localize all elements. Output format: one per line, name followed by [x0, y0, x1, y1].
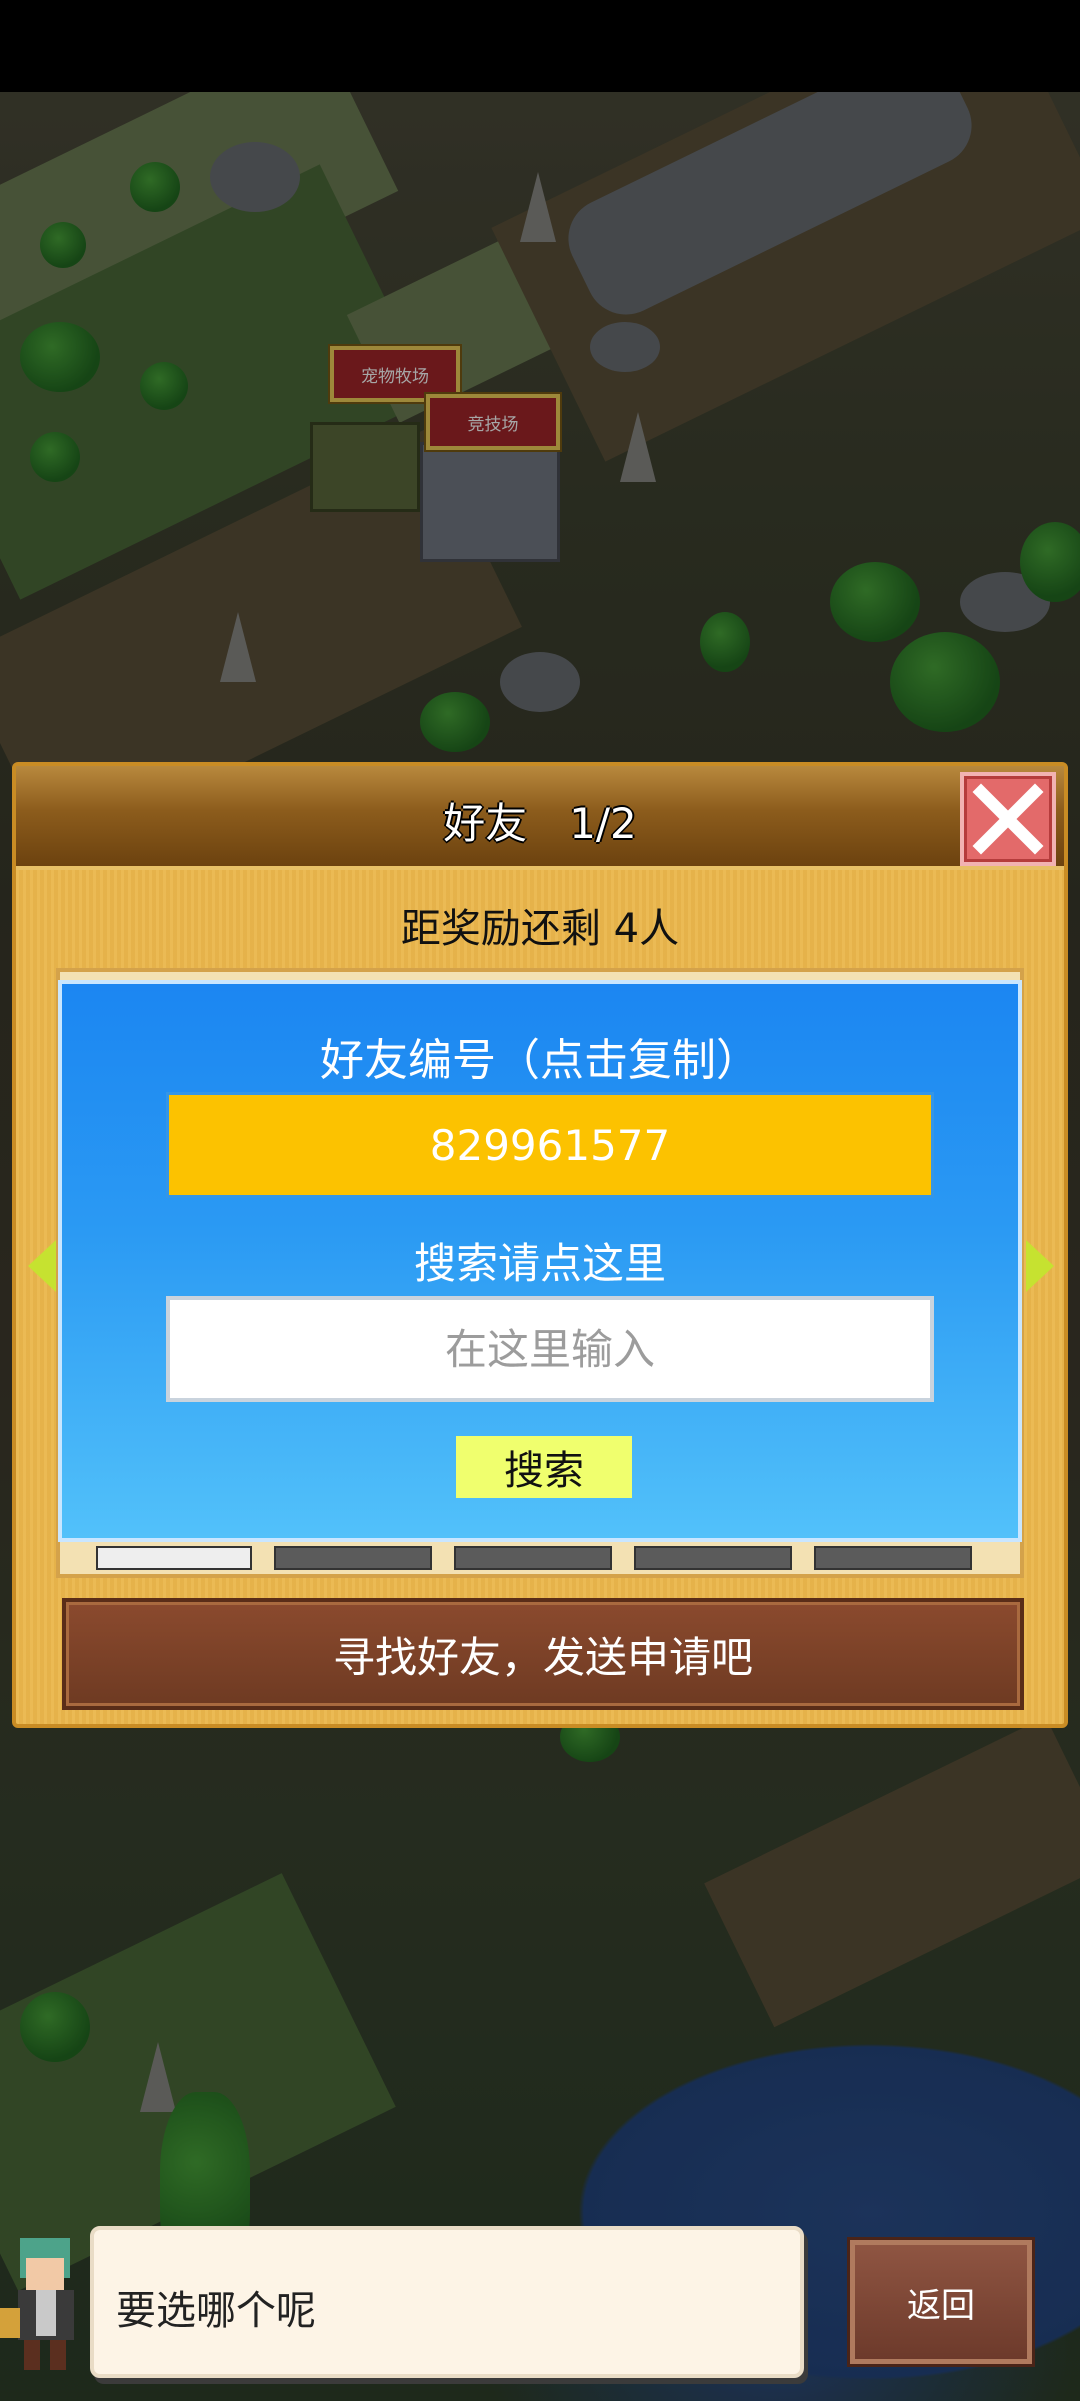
- reward-progress-text: 距奖励还剩 4人: [400, 906, 680, 952]
- list-tab[interactable]: [96, 1546, 252, 1570]
- panel-title: 好友 1/2: [443, 799, 637, 848]
- list-tab[interactable]: [274, 1546, 432, 1570]
- status-bar: [0, 0, 1080, 92]
- close-x-icon: [972, 783, 1044, 855]
- friend-search-input[interactable]: [166, 1296, 934, 1402]
- find-friends-button[interactable]: 寻找好友，发送申请吧: [62, 1598, 1024, 1710]
- list-tab[interactable]: [814, 1546, 972, 1570]
- list-tab[interactable]: [634, 1546, 792, 1570]
- friend-code-title: 好友编号（点击复制）: [320, 1035, 760, 1086]
- dialog-text: 要选哪个呢: [116, 2288, 316, 2334]
- list-tab[interactable]: [454, 1546, 612, 1570]
- friend-id-card: 好友编号（点击复制） 829961577 搜索请点这里 搜索: [58, 980, 1022, 1542]
- next-page-arrow-icon[interactable]: [1026, 1240, 1054, 1292]
- friend-code-copy-box[interactable]: 829961577: [166, 1092, 934, 1198]
- character-avatar: [0, 2238, 74, 2370]
- dialog-box: 要选哪个呢: [90, 2226, 804, 2378]
- search-hint: 搜索请点这里: [413, 1239, 666, 1288]
- prev-page-arrow-icon[interactable]: [28, 1240, 56, 1292]
- search-button[interactable]: 搜索: [456, 1436, 632, 1498]
- close-button[interactable]: [960, 772, 1056, 866]
- panel-header: 好友 1/2: [16, 766, 1064, 870]
- back-button[interactable]: 返回: [850, 2240, 1032, 2364]
